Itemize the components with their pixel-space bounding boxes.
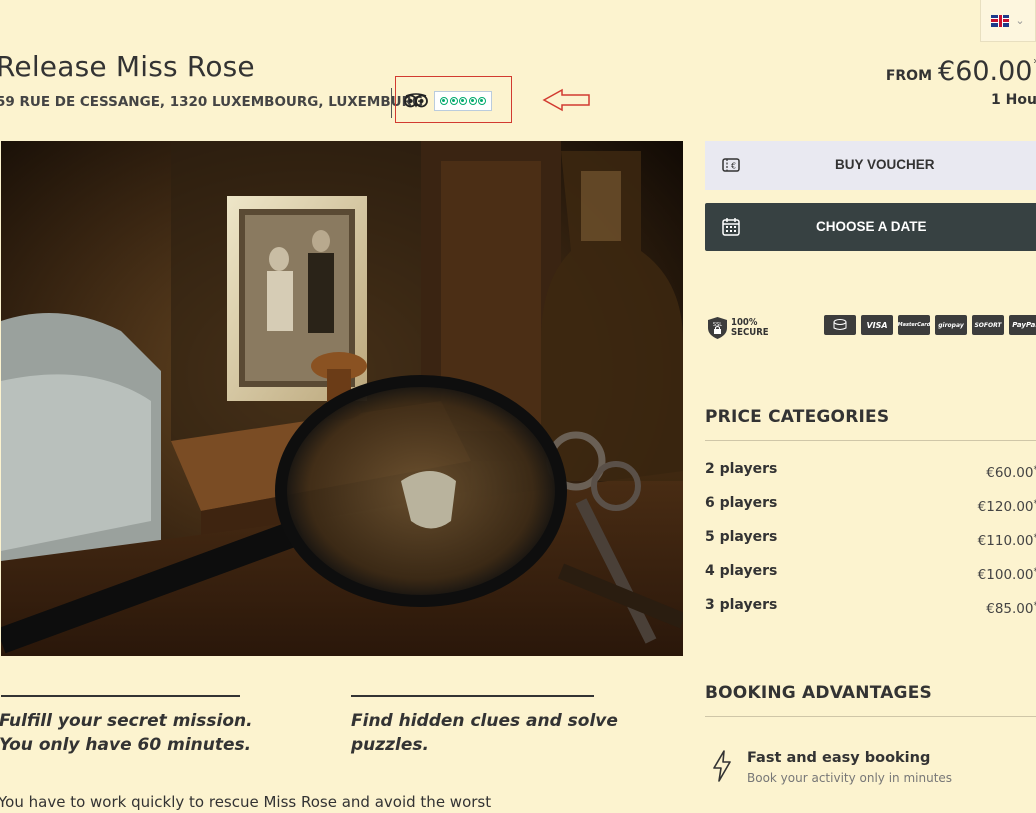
category-price-value: €100.00 xyxy=(977,567,1034,583)
address-divider xyxy=(391,88,392,118)
feature-divider xyxy=(351,695,594,697)
buy-voucher-label: BUY VOUCHER xyxy=(835,157,935,172)
page-title: Release Miss Rose xyxy=(0,50,255,83)
svg-text:€: € xyxy=(731,162,736,171)
giropay-payment-icon: giropay xyxy=(935,315,967,335)
tripadvisor-rating[interactable] xyxy=(434,91,492,111)
choose-date-label: CHOOSE A DATE xyxy=(816,219,927,234)
category-price: €120.00* xyxy=(977,499,1036,515)
ssl-secure-badge: SSL 100% SECURE xyxy=(707,316,769,340)
voucher-icon: € xyxy=(722,158,740,172)
feature-line: Find hidden clues and solve xyxy=(351,711,618,731)
annotation-arrow-icon xyxy=(542,88,590,112)
rating-bubble xyxy=(468,97,477,105)
ssl-label: SSL xyxy=(713,322,722,328)
category-price-value: €110.00 xyxy=(977,533,1034,549)
photo-scene xyxy=(1,141,683,656)
rating-bubble xyxy=(440,97,448,105)
advantage-subtitle: Book your activity only in minutes xyxy=(747,771,953,785)
category-price-value: €120.00 xyxy=(977,499,1034,515)
category-name: 6 players xyxy=(705,495,778,511)
rating-bubble xyxy=(449,97,458,105)
category-price: €100.00* xyxy=(977,567,1036,583)
category-name: 2 players xyxy=(705,461,778,477)
price-from-amount: €60.00 xyxy=(938,56,1033,87)
lightning-icon xyxy=(713,750,731,782)
category-name: 3 players xyxy=(705,597,778,613)
feature-line: puzzles. xyxy=(351,735,429,755)
category-price-value: €85.00 xyxy=(986,601,1034,617)
booking-advantages-title: BOOKING ADVANTAGES xyxy=(705,683,932,703)
section-divider xyxy=(705,716,1036,717)
advantage-title: Fast and easy booking xyxy=(747,750,931,766)
price-from: FROM €60.00 * xyxy=(885,56,1036,87)
choose-date-button[interactable]: CHOOSE A DATE xyxy=(705,203,1036,251)
feature-divider xyxy=(1,695,240,697)
price-categories-title: PRICE CATEGORIES xyxy=(705,407,890,427)
buy-voucher-button[interactable]: € BUY VOUCHER xyxy=(705,141,1036,190)
price-from-label: FROM xyxy=(885,68,933,84)
category-price-value: €60.00 xyxy=(986,465,1034,481)
coins-payment-icon xyxy=(824,315,856,335)
tripadvisor-owl-icon[interactable] xyxy=(404,92,428,108)
secure-line2: SECURE xyxy=(731,327,769,338)
category-name: 4 players xyxy=(705,563,778,579)
activity-photo[interactable] xyxy=(1,141,683,656)
category-price: €60.00* xyxy=(986,465,1036,481)
chevron-down-icon: ⌄ xyxy=(1015,14,1025,27)
duration: 1 Hour xyxy=(991,92,1036,108)
rating-bubble xyxy=(459,97,467,105)
language-selector[interactable]: ⌄ xyxy=(980,0,1036,42)
visa-payment-icon: VISA xyxy=(861,315,893,335)
paypal-payment-icon: PayPal xyxy=(1009,315,1036,335)
payment-methods: VISA MasterCard giropay SOFORT PayPal xyxy=(824,315,1036,335)
feature-clues: Find hidden clues and solve puzzles. xyxy=(351,709,651,757)
ssl-shield-icon: SSL xyxy=(708,317,727,339)
feature-line: You only have 60 minutes. xyxy=(0,735,252,755)
section-divider xyxy=(705,440,1036,441)
address: 59 RUE DE CESSANGE, 1320 LUXEMBOURG, LUX… xyxy=(0,94,424,110)
mastercard-payment-icon: MasterCard xyxy=(898,315,930,335)
category-price: €85.00* xyxy=(986,601,1036,617)
sofort-payment-icon: SOFORT xyxy=(972,315,1004,335)
feature-mission: Fulfill your secret mission. You only ha… xyxy=(0,709,299,757)
uk-flag-icon xyxy=(991,14,1010,27)
category-name: 5 players xyxy=(705,529,778,545)
calendar-icon xyxy=(722,218,740,236)
rating-bubble xyxy=(478,97,486,105)
feature-line: Fulfill your secret mission. xyxy=(0,711,253,731)
category-price: €110.00* xyxy=(977,533,1036,549)
description-text: You have to work quickly to rescue Miss … xyxy=(0,793,492,811)
